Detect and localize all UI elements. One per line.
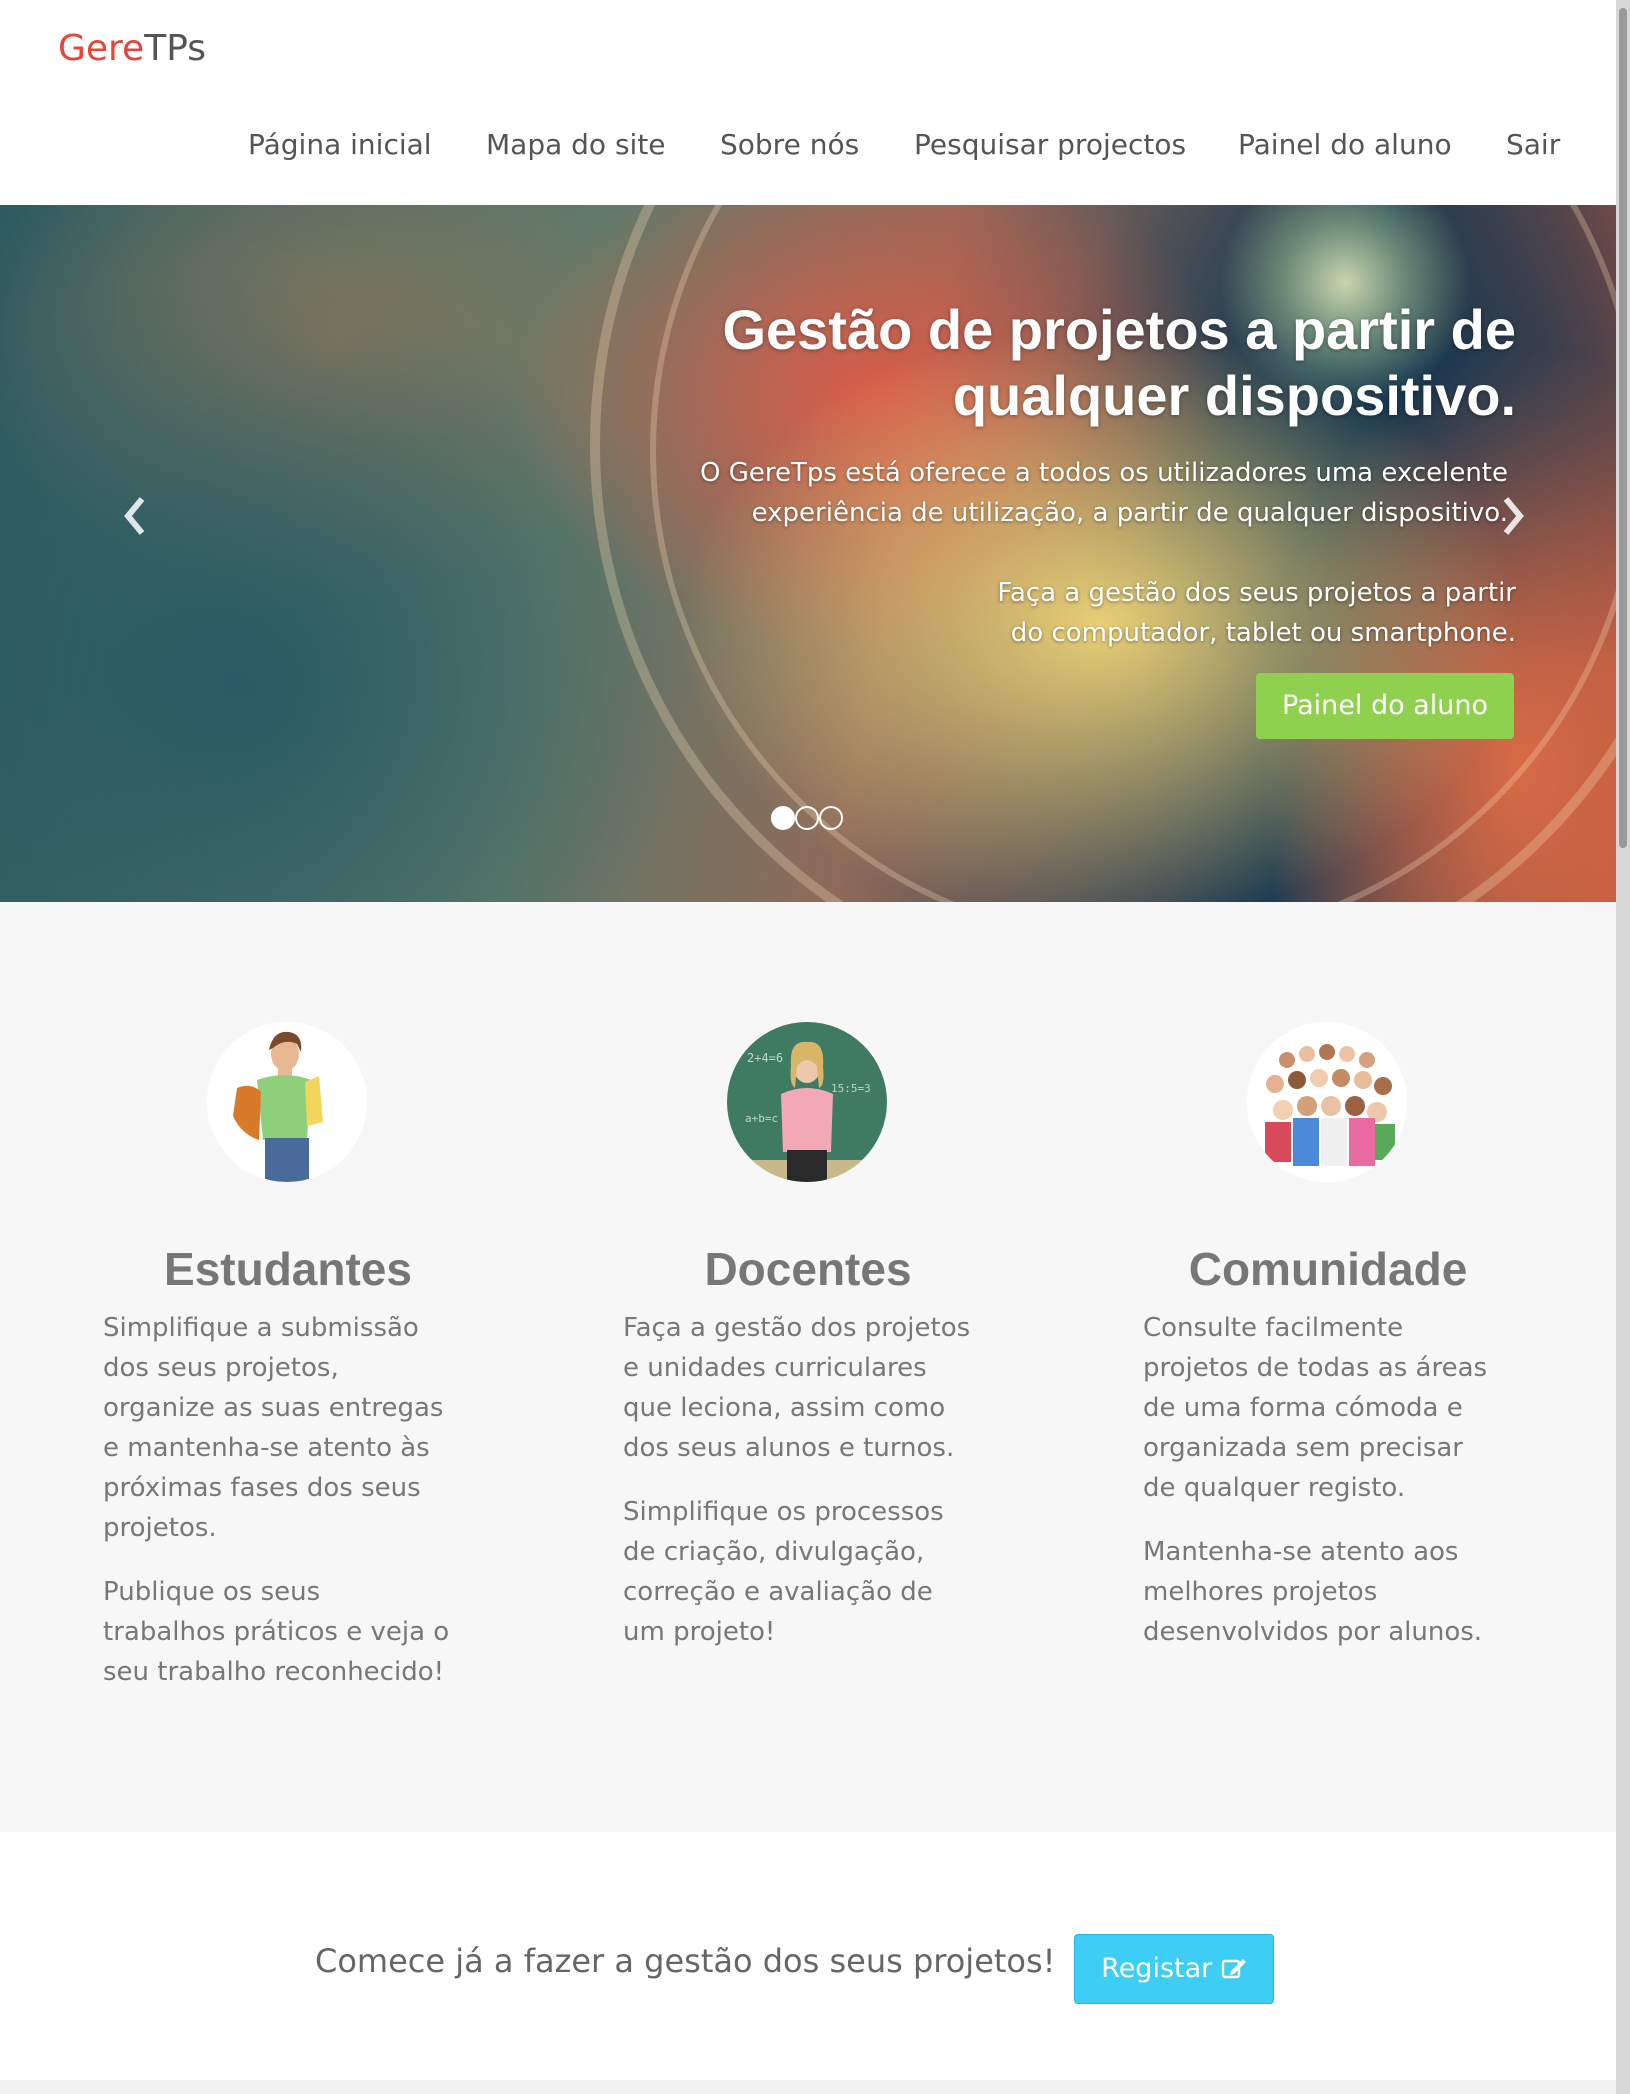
feature-title: Comunidade <box>1188 1243 1468 1295</box>
text-line: trabalhos práticos e veja o <box>103 1617 450 1647</box>
features-section: Estudantes Simplifique a submissão dos s… <box>0 902 1616 1832</box>
hero-text-line: experiência de utilização, a partir de q… <box>751 498 1508 528</box>
feature-paragraph: Publique os seus trabalhos práticos e ve… <box>103 1572 473 1692</box>
feature-title: Estudantes <box>164 1243 412 1295</box>
text-line: Faça a gestão dos projetos <box>623 1313 971 1343</box>
svg-text:15:5=3: 15:5=3 <box>831 1082 871 1095</box>
carousel-next-button[interactable] <box>1488 495 1538 545</box>
hero-title-line: qualquer dispositivo. <box>952 364 1516 427</box>
teacher-photo: 2+4=6 3x4 15:5=3 a+b=c <box>727 1022 887 1182</box>
nav-item-sitemap[interactable]: Mapa do site <box>486 128 666 161</box>
cta-section: Comece já a fazer a gestão dos seus proj… <box>0 1832 1616 2080</box>
text-line: projetos. <box>103 1513 217 1543</box>
chevron-right-icon <box>1503 497 1524 535</box>
text-line: que leciona, assim como <box>623 1393 946 1423</box>
site-header: GereTPs Página inicial Mapa do site Sobr… <box>0 0 1616 205</box>
text-line: e mantenha-se atento às <box>103 1433 430 1463</box>
text-line: dos seus alunos e turnos. <box>623 1433 955 1463</box>
nav-item-home[interactable]: Página inicial <box>248 128 432 161</box>
carousel-dot[interactable] <box>771 806 795 830</box>
text-line: correção e avaliação de <box>623 1577 933 1607</box>
community-photo <box>1247 1022 1407 1182</box>
text-line: Simplifique os processos <box>623 1497 944 1527</box>
chevron-left-icon <box>124 497 145 535</box>
feature-paragraph: Simplifique a submissão dos seus projeto… <box>103 1308 473 1548</box>
text-line: Mantenha-se atento aos <box>1143 1537 1459 1567</box>
hero-text-line: do computador, tablet ou smartphone. <box>1010 618 1516 648</box>
student-panel-button[interactable]: Painel do aluno <box>1256 673 1514 739</box>
text-line: desenvolvidos por alunos. <box>1143 1617 1483 1647</box>
cta-text: Comece já a fazer a gestão dos seus proj… <box>315 1942 1056 1980</box>
text-line: Consulte facilmente <box>1143 1313 1404 1343</box>
nav-item-logout[interactable]: Sair <box>1506 128 1560 161</box>
text-line: e unidades curriculares <box>623 1353 927 1383</box>
scrollbar-thumb[interactable] <box>1619 8 1627 848</box>
hero-text-line: O GereTps está oferece a todos os utiliz… <box>700 458 1508 488</box>
feature-paragraph: Simplifique os processos de criação, div… <box>623 1492 993 1652</box>
feature-paragraph: Mantenha-se atento aos melhores projetos… <box>1143 1532 1513 1652</box>
page-scrollbar[interactable] <box>1616 0 1630 2094</box>
nav-item-search-projects[interactable]: Pesquisar projectos <box>914 128 1186 161</box>
text-line: de uma forma cómoda e <box>1143 1393 1463 1423</box>
hero-carousel: Gestão de projetos a partir de qualquer … <box>0 205 1616 902</box>
hero-title-line: Gestão de projetos a partir de <box>722 298 1516 361</box>
text-line: dos seus projetos, <box>103 1353 339 1383</box>
svg-text:a+b=c: a+b=c <box>745 1112 778 1125</box>
text-line: melhores projetos <box>1143 1577 1378 1607</box>
text-line: de qualquer registo. <box>1143 1473 1406 1503</box>
carousel-prev-button[interactable] <box>110 495 160 545</box>
hero-title: Gestão de projetos a partir de qualquer … <box>616 297 1516 429</box>
text-line: Publique os seus <box>103 1577 321 1607</box>
logo-text: TPs <box>144 28 207 69</box>
nav-item-student-panel[interactable]: Painel do aluno <box>1238 128 1452 161</box>
footer-strip <box>0 2080 1616 2094</box>
carousel-dot[interactable] <box>795 806 819 830</box>
text-line: organizada sem precisar <box>1143 1433 1463 1463</box>
text-line: um projeto! <box>623 1617 776 1647</box>
feature-paragraph: Consulte facilmente projetos de todas as… <box>1143 1308 1513 1508</box>
student-photo <box>207 1022 367 1182</box>
feature-paragraph: Faça a gestão dos projetos e unidades cu… <box>623 1308 993 1468</box>
hero-description-2: Faça a gestão dos seus projetos a partir… <box>616 573 1516 653</box>
register-button-label: Registar <box>1101 1953 1213 1984</box>
main-nav: Página inicial Mapa do site Sobre nós Pe… <box>0 128 1616 172</box>
hero-text-line: Faça a gestão dos seus projetos a partir <box>997 578 1516 608</box>
edit-icon <box>1221 1959 1246 1979</box>
text-line: Simplifique a submissão <box>103 1313 419 1343</box>
logo-accent-text: Gere <box>58 28 145 69</box>
site-logo[interactable]: GereTPs <box>58 28 206 69</box>
carousel-dot[interactable] <box>819 806 843 830</box>
text-line: organize as suas entregas <box>103 1393 444 1423</box>
feature-title: Docentes <box>704 1243 912 1295</box>
text-line: projetos de todas as áreas <box>1143 1353 1488 1383</box>
register-button[interactable]: Registar <box>1074 1934 1274 2004</box>
nav-item-about[interactable]: Sobre nós <box>720 128 859 161</box>
text-line: de criação, divulgação, <box>623 1537 925 1567</box>
hero-description: O GereTps está oferece a todos os utiliz… <box>608 453 1508 533</box>
text-line: próximas fases dos seus <box>103 1473 421 1503</box>
text-line: seu trabalho reconhecido! <box>103 1657 445 1687</box>
